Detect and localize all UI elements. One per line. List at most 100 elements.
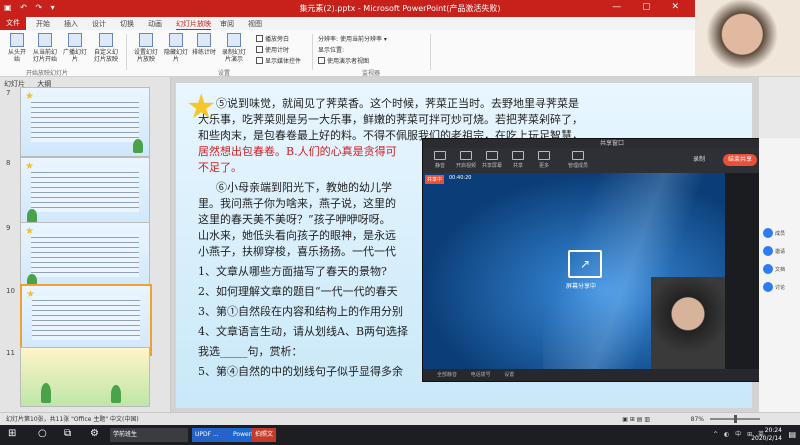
thumbnail-text — [31, 98, 139, 142]
hide-slide-icon — [169, 33, 183, 47]
timer-icon — [197, 33, 211, 47]
group-label-start: 开始放映幻灯片 — [26, 70, 69, 77]
taskbar-app[interactable]: 拍照文件 — [252, 428, 276, 442]
tab-slideshow[interactable]: 幻灯片放映 — [176, 19, 211, 30]
mute-all-button[interactable]: 全部静音 — [437, 372, 457, 378]
slide-number: 7 — [6, 89, 11, 97]
tab-home[interactable]: 开始 — [36, 19, 50, 29]
participant-video — [651, 277, 725, 369]
presenter-view-checkbox[interactable]: 使用演示者视图 — [318, 56, 369, 65]
from-beginning-button[interactable]: 从头开始 — [6, 33, 28, 63]
question-3: 3、第①自然段在内容和结构上的作用分别 — [198, 305, 403, 318]
task-view-icon[interactable]: ⧉ — [64, 428, 71, 439]
play-narrations-checkbox[interactable]: 播放旁白 — [256, 34, 289, 43]
slide-text-line-highlight: 居然想出包春卷。B.人们的心真是贪得可 — [198, 145, 397, 158]
search-icon[interactable]: ○ — [38, 428, 47, 439]
meeting-toolbar: 静音 开启视频 共享屏幕 共享 更多 管理成员 录制 结束共享 — [423, 148, 800, 173]
ribbon: 从头开始 从当前幻灯片开始 广播幻灯片 自定义幻灯片放映 开始放映幻灯片 设置幻… — [0, 30, 800, 77]
manage-members-button[interactable]: 管理成员 — [565, 151, 591, 169]
meeting-window: 共享窗口 静音 开启视频 共享屏幕 共享 更多 管理成员 录制 结束共享 共享中… — [422, 138, 800, 382]
answer-line: 我选_____句，赏析： — [198, 345, 303, 358]
side-item[interactable]: 讨论 — [775, 284, 785, 291]
webcam-overlay — [695, 0, 800, 76]
tab-review[interactable]: 审阅 — [220, 19, 234, 29]
slide-text-line: 小燕子，扶柳穿梭，喜乐扬扬。一代一代 — [198, 245, 396, 258]
group-divider — [126, 34, 127, 70]
slide-thumbnail[interactable] — [20, 347, 150, 407]
side-item[interactable]: 邀请 — [775, 248, 785, 255]
question-1: 1、文章从哪些方面描写了春天的景物? — [198, 265, 387, 278]
slide-text-line: ⑤说到味觉，就闻见了荠菜香。这个时候，荠菜正当时。去野地里寻荠菜是 — [216, 97, 579, 110]
tab-file[interactable]: 文件 — [0, 17, 26, 30]
taskbar-app[interactable]: 学前班生 — [110, 428, 188, 442]
tree-icon — [27, 209, 37, 223]
group-divider — [430, 34, 431, 70]
rehearse-timings-button[interactable]: 排练计时 — [192, 33, 216, 56]
hide-slide-button[interactable]: 隐藏幻灯片 — [164, 33, 188, 63]
use-timings-checkbox[interactable]: 使用计时 — [256, 45, 289, 54]
taskbar: ⊞ ○ ⧉ ⚙ 学前班生 UPDF ... PowerPoint 拍照文件 ^ … — [0, 425, 800, 445]
slide-thumbnail[interactable]: ★ — [20, 87, 150, 157]
video-button[interactable]: 开启视频 — [453, 151, 479, 169]
show-on-label[interactable]: 显示位置: — [318, 45, 344, 54]
share-screen-button[interactable]: 共享屏幕 — [479, 151, 505, 169]
group-label-setup: 设置 — [218, 70, 231, 77]
screen-icon — [486, 151, 498, 160]
thumbnail-text — [31, 168, 139, 212]
slide-thumbnail[interactable]: ★ — [20, 222, 150, 292]
mute-button[interactable]: 静音 — [427, 151, 453, 169]
phone-dial-button[interactable]: 电话拨号 — [471, 372, 491, 378]
broadcast-button[interactable]: 广播幻灯片 — [62, 33, 88, 63]
side-item[interactable]: 成员 — [775, 230, 785, 237]
meeting-timer: 00:40:20 — [449, 175, 472, 181]
tab-animations[interactable]: 动画 — [148, 19, 162, 29]
slide-number: 8 — [6, 159, 11, 167]
start-icon[interactable]: ⊞ — [8, 428, 16, 439]
clock[interactable]: 20:24 2020/2/14 — [751, 427, 782, 443]
slide-text-line: 大乐事，吃荠菜则是另一大乐事，鲜嫩的荠菜可拌可炒可烧。若把荠菜剁碎了， — [198, 113, 583, 126]
microphone-icon — [434, 151, 446, 160]
zoom-slider[interactable] — [710, 415, 760, 423]
group-divider — [312, 34, 313, 70]
checkbox-box — [256, 46, 263, 53]
document-icon — [763, 264, 773, 274]
show-media-controls-checkbox[interactable]: 显示媒体控件 — [256, 56, 301, 65]
status-bar: 幻灯片第10张，共11张 "Office 主题" 中文(中国) ▣ ⊞ ▤ ▥ … — [0, 412, 800, 426]
slide-number: 10 — [6, 287, 15, 295]
tab-insert[interactable]: 插入 — [64, 19, 78, 29]
slide-thumbnail[interactable]: ★ — [20, 157, 150, 227]
settings-button[interactable]: 设置 — [504, 372, 514, 378]
thumbnail-text — [31, 233, 139, 277]
clock-time: 20:24 — [764, 427, 782, 434]
question-4: 4、文章语言生动，请从划线A、B两句选择 — [198, 325, 409, 338]
setup-show-button[interactable]: 设置幻灯片放映 — [132, 33, 160, 63]
member-icon — [763, 228, 773, 238]
window-controls[interactable]: — ▢ ✕ — [612, 2, 688, 12]
grid-icon — [538, 151, 550, 160]
settings-icon[interactable]: ⚙ — [90, 428, 99, 439]
notification-icon[interactable]: ▤ — [788, 430, 796, 439]
tab-transitions[interactable]: 切换 — [120, 19, 134, 29]
record-button[interactable]: 录制 — [693, 154, 705, 163]
tree-icon — [41, 383, 51, 403]
taskbar-app[interactable]: UPDF ... — [192, 428, 232, 442]
camera-icon — [460, 151, 472, 160]
tree-icon — [111, 385, 121, 403]
more-button[interactable]: 更多 — [531, 151, 557, 169]
taskbar-app[interactable]: PowerPoint — [230, 428, 254, 442]
from-current-button[interactable]: 从当前幻灯片开始 — [32, 33, 58, 63]
record-icon — [227, 33, 241, 47]
side-item[interactable]: 文档 — [775, 266, 785, 273]
share-button[interactable]: 共享 — [505, 151, 531, 169]
resolution-select[interactable]: 使用当前分辨率 — [340, 36, 382, 43]
custom-show-button[interactable]: 自定义幻灯片放映 — [92, 33, 120, 63]
thumbnail-text — [32, 296, 140, 340]
tab-design[interactable]: 设计 — [92, 19, 106, 29]
slide-text-line: 里。我问燕子你为啥来，燕子说，这里的 — [198, 197, 396, 210]
record-show-button[interactable]: 录制幻灯片演示 — [220, 33, 248, 63]
slide-thumbnail-selected[interactable]: ★ — [20, 284, 152, 356]
sharing-badge: 共享中 — [425, 175, 445, 184]
screen-share-icon: ↗ — [568, 250, 602, 278]
tab-view[interactable]: 视图 — [248, 19, 262, 29]
end-share-button[interactable]: 结束共享 — [723, 154, 757, 166]
